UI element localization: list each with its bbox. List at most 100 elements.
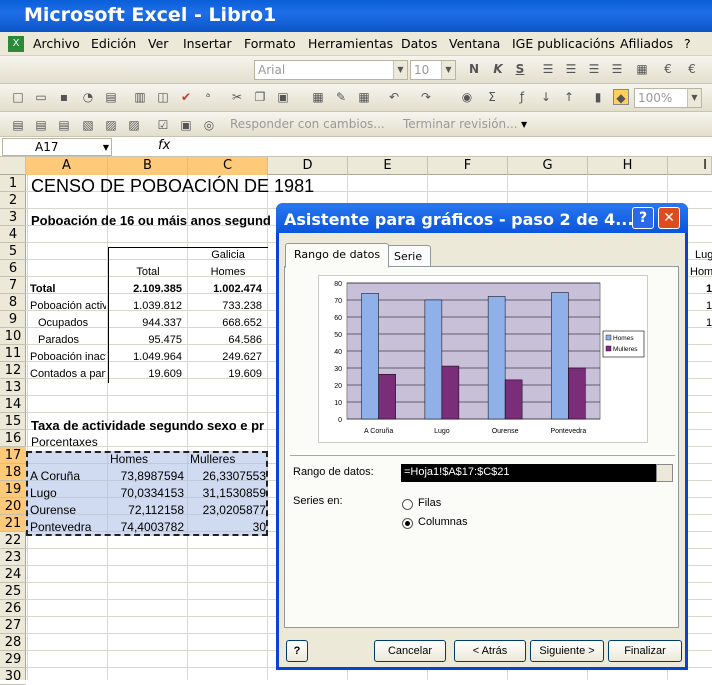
menu-ige[interactable]: IGE publicacións xyxy=(512,36,615,51)
paste-icon[interactable]: ▣ xyxy=(275,89,291,105)
row-header[interactable]: 18 xyxy=(0,464,26,481)
row-label[interactable]: Contados a part xyxy=(30,366,106,383)
row-header[interactable]: 14 xyxy=(0,396,26,413)
help-icon-button[interactable]: ? xyxy=(286,640,308,662)
row-header[interactable]: 8 xyxy=(0,294,26,311)
row-header[interactable]: 2 xyxy=(0,192,26,209)
menu-ventana[interactable]: Ventana xyxy=(449,36,500,51)
partial-lugo[interactable]: Lug xyxy=(695,249,712,261)
sheet-subtitle[interactable]: Poboación de 16 ou máis anos segund xyxy=(31,213,271,228)
cell-homes[interactable]: 1.002.474 xyxy=(188,281,262,298)
excel-app-icon[interactable]: X xyxy=(8,36,24,52)
cell-province[interactable]: Pontevedra xyxy=(30,519,108,536)
format-painter-icon[interactable]: ✎ xyxy=(333,89,349,105)
bold-icon[interactable]: N xyxy=(466,61,482,77)
save-icon[interactable]: ▪ xyxy=(56,89,72,105)
permission-icon[interactable]: ◔ xyxy=(80,89,96,105)
col-header-e[interactable]: E xyxy=(348,157,428,175)
porcentaxes-label[interactable]: Porcentaxes xyxy=(31,435,98,449)
radio-columns-label[interactable]: Columnas xyxy=(418,516,468,528)
cell-pct-homes[interactable]: 72,112158 xyxy=(108,502,184,519)
review-icon-3[interactable]: ▤ xyxy=(56,117,72,133)
font-size-combo[interactable]: 10 ▼ xyxy=(410,60,456,80)
cell-total[interactable]: 1.049.964 xyxy=(108,349,182,366)
print-preview-icon[interactable]: ▤ xyxy=(103,89,119,105)
menu-formato[interactable]: Formato xyxy=(244,36,296,51)
new-icon[interactable]: □ xyxy=(10,89,26,105)
row-header[interactable]: 28 xyxy=(0,634,26,651)
drawing-icon[interactable]: ◆ xyxy=(613,89,629,105)
merge-icon[interactable]: ▦ xyxy=(634,61,650,77)
cell-homes[interactable]: 668.652 xyxy=(188,315,262,332)
review-icon-4[interactable]: ▧ xyxy=(80,117,96,133)
row-header[interactable]: 26 xyxy=(0,600,26,617)
cell-homes[interactable]: 733.238 xyxy=(188,298,262,315)
menu-afiliados[interactable]: Afiliados xyxy=(620,36,673,51)
justify-icon[interactable]: ☰ xyxy=(609,61,625,77)
row-label[interactable]: Ocupados xyxy=(38,315,106,332)
dialog-title-bar[interactable]: Asistente para gráficos - paso 2 de 4...… xyxy=(276,203,688,233)
euro-icon[interactable]: € xyxy=(684,61,700,77)
end-review[interactable]: Terminar revisión... xyxy=(403,117,518,131)
reply-with-changes[interactable]: Responder con cambios... xyxy=(230,117,385,131)
back-button[interactable]: < Atrás xyxy=(454,640,526,662)
align-left-icon[interactable]: ☰ xyxy=(540,61,556,77)
cell-pct-mulleres[interactable]: 23,0205877 xyxy=(188,502,266,519)
font-combo[interactable]: Arial ▼ xyxy=(254,60,408,80)
row-header[interactable]: 11 xyxy=(0,345,26,362)
abc-icon[interactable]: ᵃ xyxy=(200,89,216,105)
review-icon-7[interactable]: ☑ xyxy=(155,117,171,133)
close-button[interactable]: ✕ xyxy=(658,207,680,229)
cut-icon[interactable]: ✂ xyxy=(229,89,245,105)
menu-archivo[interactable]: Archivo xyxy=(33,36,80,51)
row-header[interactable]: 10 xyxy=(0,328,26,345)
fx-icon[interactable]: fx xyxy=(158,138,170,153)
partial-homes[interactable]: Hom xyxy=(690,266,712,278)
review-icon-6[interactable]: ▨ xyxy=(126,117,142,133)
italic-icon[interactable]: K xyxy=(490,61,506,77)
row-header[interactable]: 22 xyxy=(0,532,26,549)
col-header-a[interactable]: A xyxy=(26,157,108,175)
row-header[interactable]: 7 xyxy=(0,277,26,294)
radio-columns[interactable] xyxy=(402,518,413,529)
row-header[interactable]: 1 xyxy=(0,175,26,192)
header-total[interactable]: Total xyxy=(108,266,188,278)
hyperlink-icon[interactable]: ◉ xyxy=(459,89,475,105)
cell-pct-mulleres[interactable]: 31,1530859 xyxy=(188,485,266,502)
menu-ver[interactable]: Ver xyxy=(148,36,168,51)
cell-total[interactable]: 95.475 xyxy=(108,332,182,349)
underline-icon[interactable]: S xyxy=(512,61,528,77)
select-all-corner[interactable] xyxy=(0,157,26,175)
col-header-i[interactable]: I xyxy=(668,157,712,175)
review-icon-1[interactable]: ▤ xyxy=(10,117,26,133)
partial-v9[interactable]: 1 xyxy=(706,317,712,329)
cell-province[interactable]: Lugo xyxy=(30,485,108,502)
table-icon[interactable]: ▦ xyxy=(356,89,372,105)
hdr-homes-cell[interactable]: Homes xyxy=(110,452,148,466)
taxa-title[interactable]: Taxa de actividade segundo sexo e pr xyxy=(31,418,264,433)
cell-homes[interactable]: 64.586 xyxy=(188,332,262,349)
paste-special-icon[interactable]: ▦ xyxy=(310,89,326,105)
tab-data-range[interactable]: Rango de datos xyxy=(285,243,390,268)
range-input[interactable]: =Hoja1!$A$17:$C$21 xyxy=(401,464,673,482)
cell-pct-mulleres[interactable]: 30 xyxy=(188,519,266,536)
chevron-down-icon[interactable]: ▼ xyxy=(521,120,527,129)
col-header-c[interactable]: C xyxy=(188,157,268,175)
tab-series[interactable]: Serie xyxy=(385,245,432,267)
row-label[interactable]: Total xyxy=(30,281,106,298)
menu-datos[interactable]: Datos xyxy=(401,36,437,51)
research-icon[interactable]: ◫ xyxy=(155,89,171,105)
cell-total[interactable]: 19.609 xyxy=(108,366,182,383)
row-header[interactable]: 21 xyxy=(0,515,26,532)
row-header[interactable]: 29 xyxy=(0,651,26,668)
autosum-icon[interactable]: Σ xyxy=(484,89,500,105)
sort-asc-icon[interactable]: ↓ xyxy=(538,89,554,105)
cell-homes[interactable]: 19.609 xyxy=(188,366,262,383)
cancel-button[interactable]: Cancelar xyxy=(374,640,446,662)
row-label[interactable]: Poboación inacti xyxy=(30,349,106,366)
next-button[interactable]: Siguiente > xyxy=(530,640,604,662)
currency-icon[interactable]: € xyxy=(660,61,676,77)
row-header[interactable]: 3 xyxy=(0,209,26,226)
review-icon-8[interactable]: ▣ xyxy=(178,117,194,133)
menu-insertar[interactable]: Insertar xyxy=(183,36,232,51)
